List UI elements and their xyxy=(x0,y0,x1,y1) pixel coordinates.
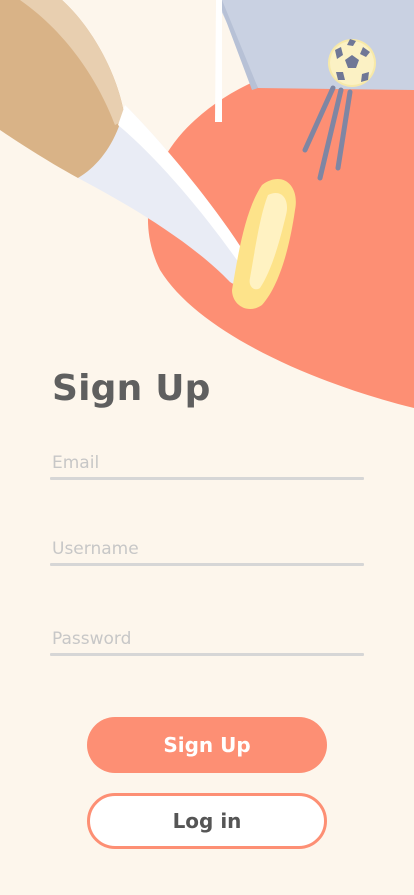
page-title: Sign Up xyxy=(52,368,211,409)
password-field-container xyxy=(50,626,364,656)
username-field[interactable] xyxy=(50,536,364,562)
username-field-container xyxy=(50,536,364,566)
username-underline xyxy=(50,563,364,566)
goal-panel-shape xyxy=(216,0,414,90)
password-field[interactable] xyxy=(50,626,364,652)
email-underline xyxy=(50,477,364,480)
email-field[interactable] xyxy=(50,450,364,476)
log-in-button[interactable]: Log in xyxy=(87,793,327,849)
password-underline xyxy=(50,653,364,656)
soccer-kick-illustration xyxy=(0,0,414,408)
email-field-container xyxy=(50,450,364,480)
sign-up-button[interactable]: Sign Up xyxy=(87,717,327,773)
goal-post-shape xyxy=(215,0,222,122)
soccer-ball-icon xyxy=(328,39,376,87)
